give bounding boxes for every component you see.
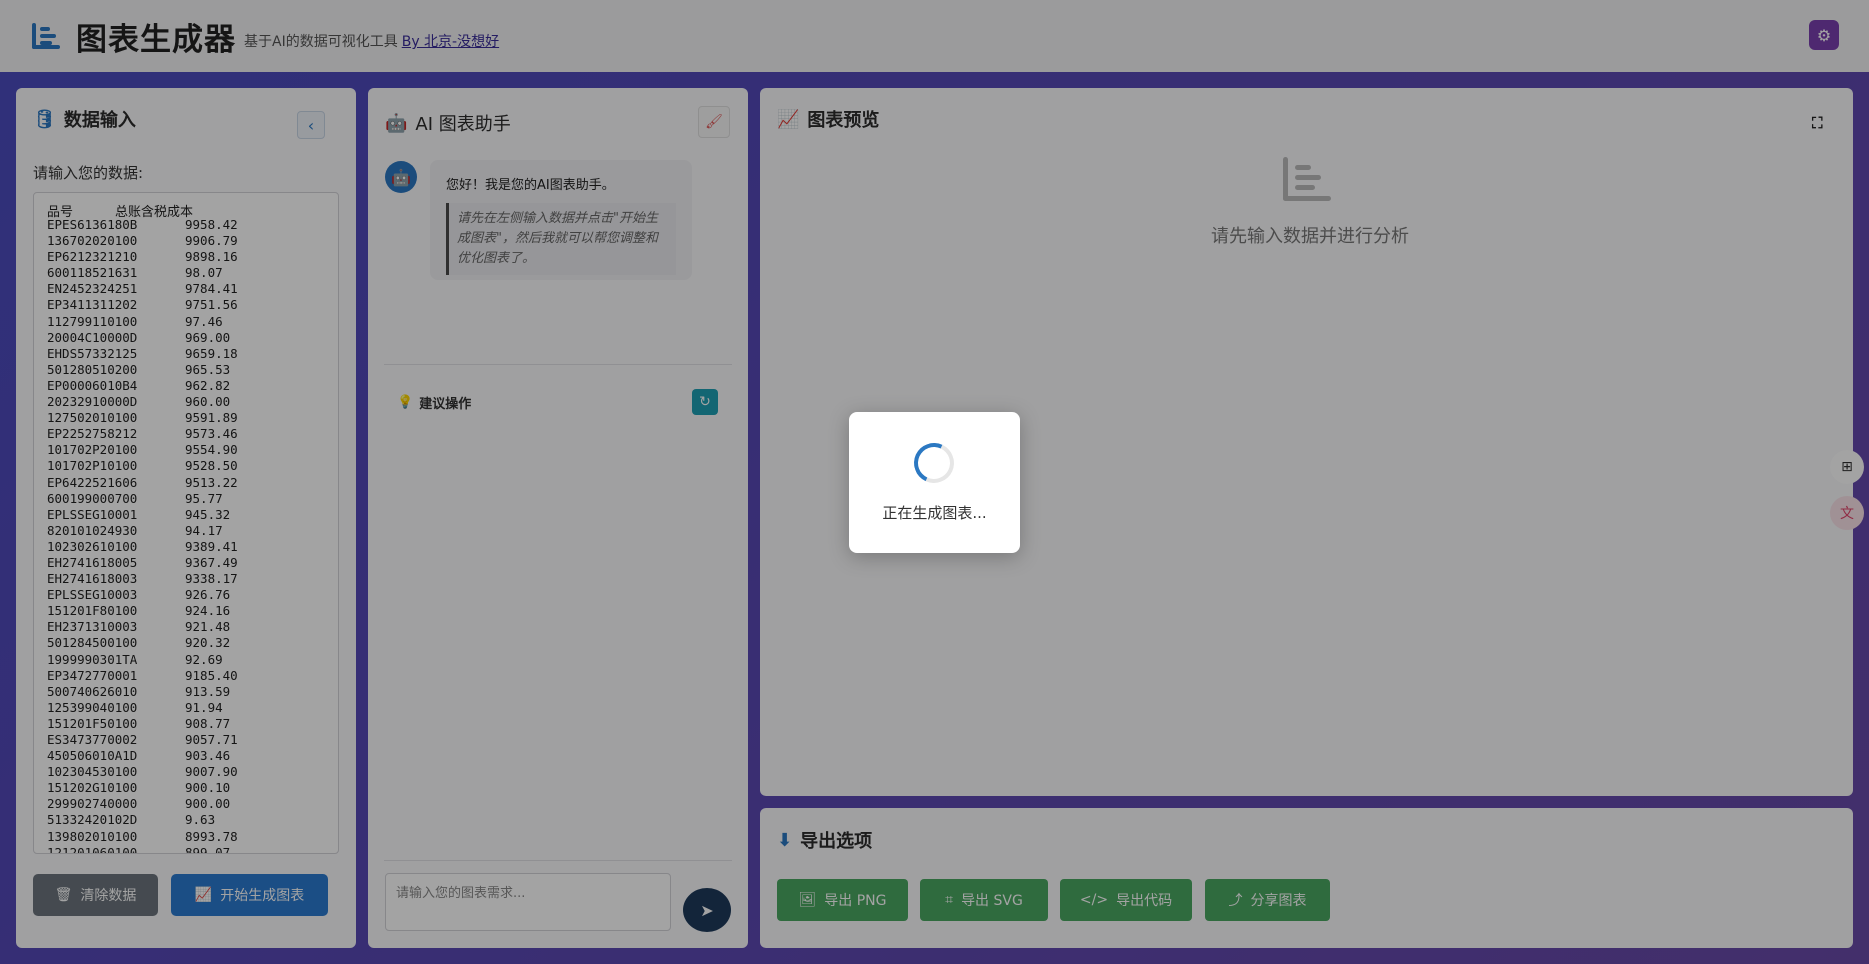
loading-spinner: [908, 437, 960, 489]
loading-message: 正在生成图表...: [882, 504, 987, 522]
loading-modal: 正在生成图表...: [849, 412, 1020, 553]
